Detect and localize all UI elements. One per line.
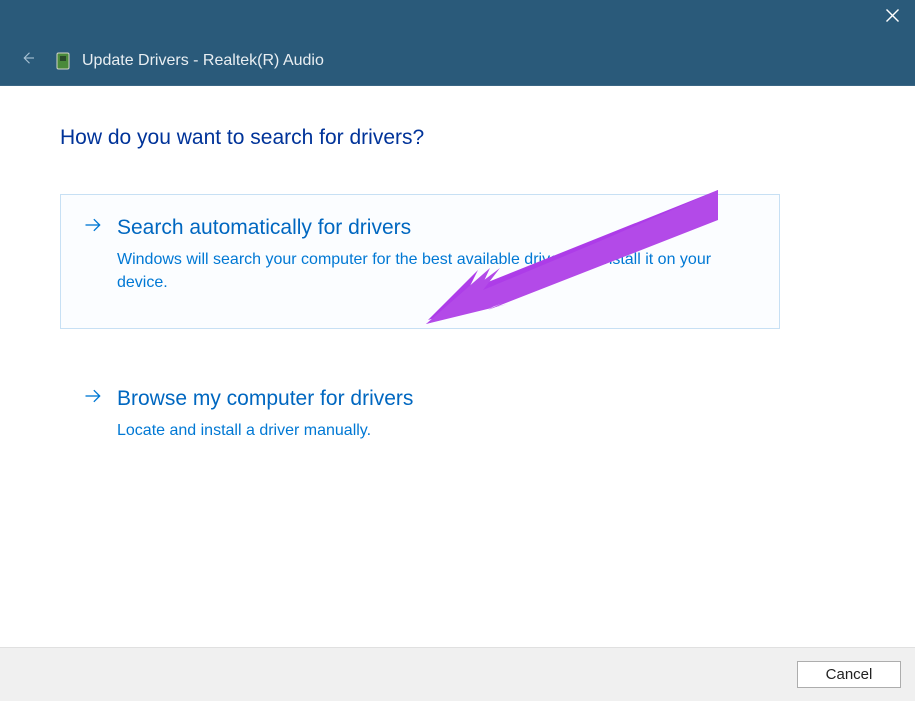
device-icon <box>54 52 72 70</box>
footer: Cancel <box>0 647 915 701</box>
option-title-row: Browse my computer for drivers <box>83 386 757 411</box>
arrow-right-icon <box>83 215 103 240</box>
close-icon <box>886 9 899 27</box>
page-heading: How do you want to search for drivers? <box>60 126 855 150</box>
back-arrow-icon <box>19 49 37 72</box>
option-browse-title: Browse my computer for drivers <box>117 387 413 411</box>
titlebar-nav: Update Drivers - Realtek(R) Audio <box>0 36 915 86</box>
option-title-row: Search automatically for drivers <box>83 215 757 240</box>
option-search-automatically[interactable]: Search automatically for drivers Windows… <box>60 194 780 329</box>
content-area: How do you want to search for drivers? S… <box>0 86 915 647</box>
titlebar-top <box>0 0 915 36</box>
close-button[interactable] <box>869 0 915 36</box>
cancel-button[interactable]: Cancel <box>797 661 901 688</box>
arrow-right-icon <box>83 386 103 411</box>
option-browse-description: Locate and install a driver manually. <box>117 419 737 442</box>
window-title: Update Drivers - Realtek(R) Audio <box>82 52 324 70</box>
option-auto-title: Search automatically for drivers <box>117 216 411 240</box>
back-button[interactable] <box>10 41 46 81</box>
option-browse-computer[interactable]: Browse my computer for drivers Locate an… <box>60 365 780 477</box>
option-auto-description: Windows will search your computer for th… <box>117 248 737 294</box>
